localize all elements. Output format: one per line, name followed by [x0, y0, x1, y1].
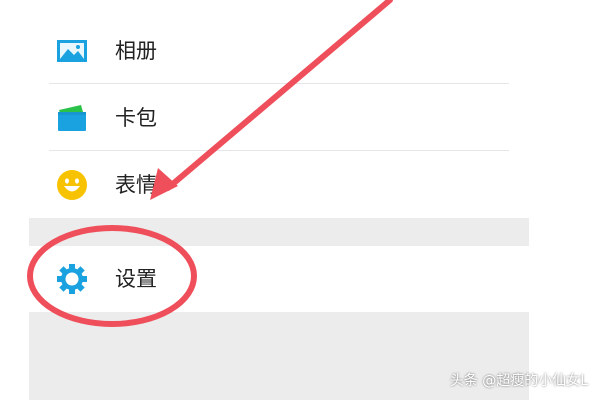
menu-item-emoji[interactable]: 表情 [29, 152, 529, 218]
divider [49, 83, 509, 84]
section-separator [29, 218, 529, 246]
watermark: 头条 @超瘦的小仙女L [449, 373, 588, 389]
menu-item-label: 卡包 [115, 106, 157, 130]
settings-gear-icon [57, 264, 87, 294]
menu-item-album[interactable]: 相册 [29, 18, 529, 84]
menu-item-card-wallet[interactable]: 卡包 [29, 85, 529, 151]
menu-item-settings[interactable]: 设置 [29, 246, 529, 312]
menu-item-label: 相册 [115, 39, 157, 63]
card-wallet-icon [58, 105, 86, 131]
divider [49, 150, 509, 151]
menu-item-label: 设置 [115, 267, 157, 291]
menu-item-label: 表情 [115, 173, 157, 197]
album-icon [57, 40, 87, 62]
emoji-icon [57, 170, 87, 200]
